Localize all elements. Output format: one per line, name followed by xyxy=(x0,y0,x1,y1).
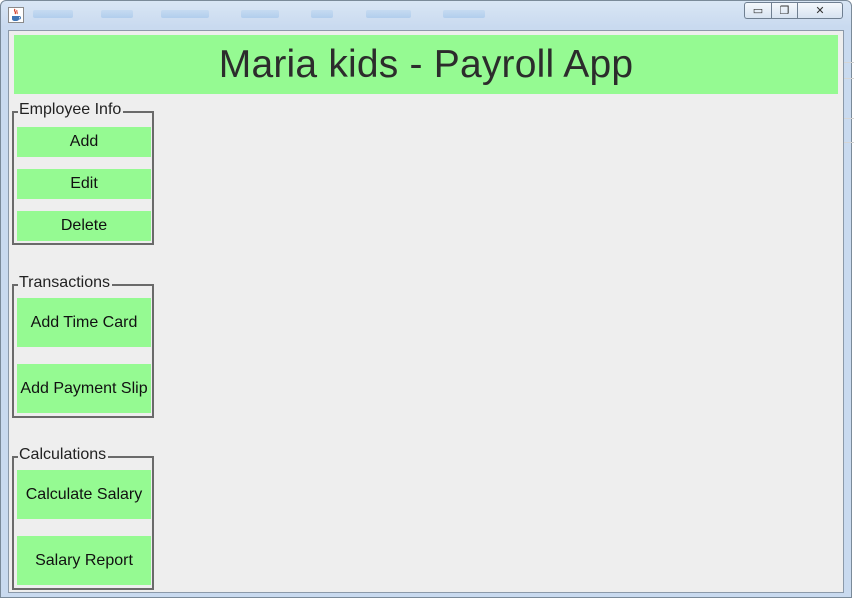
title-bar-blur xyxy=(161,10,209,18)
calculate-salary-button[interactable]: Calculate Salary xyxy=(17,470,151,519)
maximize-button[interactable]: ❐ xyxy=(771,2,797,19)
header-banner: Maria kids - Payroll App xyxy=(14,35,838,94)
title-bar-blur xyxy=(366,10,411,18)
group-title: Employee Info xyxy=(18,101,124,119)
salary-report-button[interactable]: Salary Report xyxy=(17,536,151,585)
close-button[interactable]: ✕ xyxy=(797,2,843,19)
minimize-button[interactable]: ▭ xyxy=(744,2,771,19)
transactions-group: Transactions Add Time Card Add Payment S… xyxy=(12,274,154,418)
page-title: Maria kids - Payroll App xyxy=(218,42,634,86)
employee-info-group: Employee Info Add Edit Delete xyxy=(12,101,154,245)
maximize-icon: ❐ xyxy=(779,4,790,17)
calculations-group: Calculations Calculate Salary Salary Rep… xyxy=(12,446,154,590)
title-bar-blur xyxy=(311,10,333,18)
background-window-edge xyxy=(844,78,854,79)
group-title: Calculations xyxy=(18,446,109,464)
title-bar-blur xyxy=(101,10,133,18)
add-employee-button[interactable]: Add xyxy=(17,127,151,157)
title-bar-blur xyxy=(443,10,485,18)
title-bar-blur xyxy=(33,10,73,18)
title-bar[interactable]: ▭ ❐ ✕ xyxy=(1,1,851,29)
background-window-edge xyxy=(844,118,854,119)
add-time-card-button[interactable]: Add Time Card xyxy=(17,298,151,347)
background-window-edge xyxy=(844,142,854,143)
add-payment-slip-button[interactable]: Add Payment Slip xyxy=(17,364,151,413)
minimize-icon: ▭ xyxy=(752,4,764,17)
delete-employee-button[interactable]: Delete xyxy=(17,211,151,241)
window-controls: ▭ ❐ ✕ xyxy=(744,2,843,20)
java-app-icon[interactable] xyxy=(8,7,24,23)
title-bar-blur xyxy=(241,10,279,18)
main-panel: Maria kids - Payroll App Employee Info A… xyxy=(8,30,844,593)
app-window: ▭ ❐ ✕ Maria kids - Payroll App Employee … xyxy=(0,0,852,598)
group-title: Transactions xyxy=(18,274,112,292)
edit-employee-button[interactable]: Edit xyxy=(17,169,151,199)
close-icon: ✕ xyxy=(815,4,825,17)
background-window-edge xyxy=(844,62,854,63)
